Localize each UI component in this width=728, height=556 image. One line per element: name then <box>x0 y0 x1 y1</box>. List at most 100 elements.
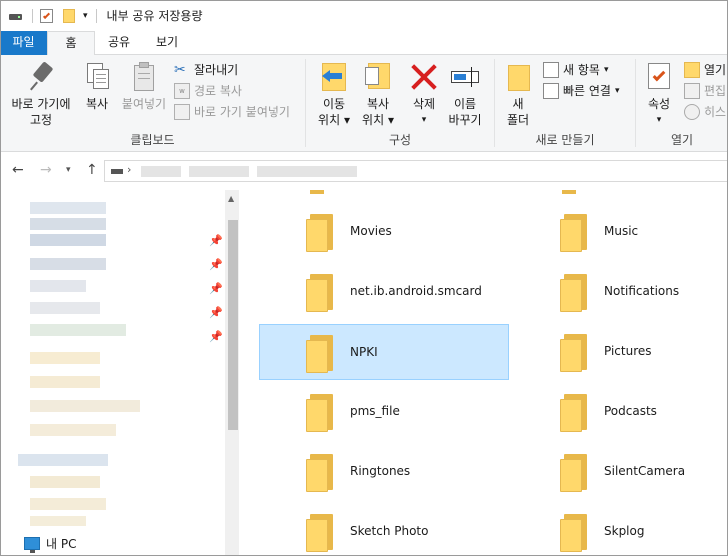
pin-to-quick-access-button[interactable]: 바로 가기에 고정 <box>4 61 78 128</box>
folder-name: net.ib.android.smcard <box>350 284 482 298</box>
new-folder-button[interactable]: 새 폴더 <box>501 61 535 128</box>
new-item-icon <box>543 62 559 78</box>
forward-arrow-icon[interactable]: → <box>40 162 52 178</box>
folder-icon <box>306 454 333 492</box>
folder-icon <box>560 334 587 372</box>
blurred-breadcrumb <box>257 166 357 177</box>
blurred-nav-item[interactable] <box>30 302 100 314</box>
rename-icon <box>449 61 481 93</box>
blurred-nav-item[interactable] <box>30 400 140 412</box>
blurred-nav-item[interactable] <box>30 516 86 526</box>
easy-access-button[interactable]: 빠른 연결 ▾ <box>543 82 620 100</box>
folder-icon <box>560 454 587 492</box>
folder-item[interactable]: net.ib.android.smcard <box>260 264 510 320</box>
nav-this-pc[interactable]: 내 PC <box>24 535 76 553</box>
folder-item[interactable]: pms_file <box>260 384 510 440</box>
folder-item[interactable]: SilentCamera <box>514 444 728 500</box>
history-icon <box>684 104 700 120</box>
pin-label: 바로 가기에 고정 <box>11 97 71 127</box>
copy-label: 복사 <box>85 97 109 111</box>
folder-icon <box>560 394 587 432</box>
blurred-nav-item[interactable] <box>30 218 106 230</box>
blurred-nav-item[interactable] <box>30 258 106 270</box>
blurred-nav-item[interactable] <box>30 476 100 488</box>
title-bar: ▾ 내부 공유 저장용량 <box>0 0 728 31</box>
copy-path-button[interactable]: w 경로 복사 <box>174 82 242 100</box>
folder-icon <box>306 335 333 373</box>
properties-quick-icon[interactable] <box>39 8 55 24</box>
open-button[interactable]: 열기 <box>684 61 726 79</box>
blurred-nav-item[interactable] <box>18 454 108 466</box>
properties-icon <box>643 61 675 93</box>
blurred-nav-item[interactable] <box>30 498 106 510</box>
folder-item[interactable]: Pictures <box>514 324 728 380</box>
delete-dropdown-icon[interactable]: ▾ <box>406 112 442 128</box>
blurred-breadcrumb <box>141 166 181 177</box>
folder-item[interactable]: Ringtones <box>260 444 510 500</box>
paste-shortcut-button[interactable]: 바로 가기 붙여넣기 <box>174 103 290 121</box>
new-item-label: 새 항목 <box>563 63 600 77</box>
tab-file[interactable]: 파일 <box>0 31 47 55</box>
blurred-nav-item[interactable] <box>30 324 126 336</box>
delete-icon <box>408 61 440 93</box>
folder-item-selected[interactable]: NPKI <box>259 324 509 380</box>
folder-name: NPKI <box>350 345 378 359</box>
folder-name: Notifications <box>604 284 680 298</box>
pin-icon: 📌 <box>209 306 223 319</box>
address-bar[interactable]: › <box>104 160 728 182</box>
folder-name: Music <box>604 224 639 238</box>
history-button[interactable]: 히스 <box>684 103 726 121</box>
properties-button[interactable]: 속성 ▾ <box>642 61 676 128</box>
folder-name: pms_file <box>350 404 400 418</box>
folder-icon <box>560 514 587 552</box>
tab-share[interactable]: 공유 <box>95 31 143 55</box>
folder-item[interactable]: Sketch Photo <box>260 504 510 556</box>
delete-button[interactable]: 삭제 ▾ <box>406 61 442 128</box>
scroll-up-icon[interactable]: ▲ <box>228 194 234 203</box>
file-list: Movies Music net.ib.android.smcard Notif… <box>244 190 728 556</box>
edit-button[interactable]: 편집 <box>684 82 726 100</box>
folder-item[interactable]: Podcasts <box>514 384 728 440</box>
blurred-nav-item[interactable] <box>30 234 106 246</box>
pin-icon: 📌 <box>209 330 223 343</box>
tab-view[interactable]: 보기 <box>143 31 191 55</box>
folder-item[interactable]: Movies <box>260 204 510 260</box>
new-group-label: 새로 만들기 <box>535 133 595 147</box>
folder-name: Podcasts <box>604 404 657 418</box>
tab-home[interactable]: 홈 <box>47 31 95 56</box>
rename-label: 이름 바꾸기 <box>448 97 482 127</box>
quick-access-separator <box>32 8 33 23</box>
blurred-nav-item[interactable] <box>30 202 106 214</box>
ribbon: 바로 가기에 고정 복사 붙여넣기 ✂ 잘라내기 w 경로 복사 바로 가기 붙… <box>0 55 728 152</box>
move-to-icon <box>318 61 350 93</box>
up-arrow-icon[interactable]: ↑ <box>86 162 98 178</box>
folder-item[interactable]: Music <box>514 204 728 260</box>
open-group: 속성 ▾ 열기 편집 히스 열기 <box>636 55 728 152</box>
rename-button[interactable]: 이름 바꾸기 <box>444 61 486 128</box>
paste-button[interactable]: 붙여넣기 <box>118 61 170 112</box>
copy-to-button[interactable]: 복사 위치 ▾ <box>356 61 400 128</box>
new-group: 새 폴더 새 항목 ▾ 빠른 연결 ▾ 새로 만들기 <box>495 55 635 152</box>
copy-path-icon: w <box>174 83 190 99</box>
new-folder-quick-icon[interactable] <box>61 8 77 24</box>
blurred-nav-item[interactable] <box>30 280 86 292</box>
recent-locations-icon[interactable]: ▾ <box>66 165 71 175</box>
folder-icon <box>306 214 333 252</box>
blurred-nav-item[interactable] <box>30 376 100 388</box>
blurred-nav-item[interactable] <box>30 352 100 364</box>
folder-name: Sketch Photo <box>350 524 429 538</box>
back-arrow-icon[interactable]: ← <box>12 162 24 178</box>
blurred-nav-item[interactable] <box>30 424 116 436</box>
folder-item[interactable]: Notifications <box>514 264 728 320</box>
customize-quick-access-icon[interactable]: ▾ <box>83 11 88 21</box>
properties-dropdown-icon[interactable]: ▾ <box>642 112 676 128</box>
move-to-button[interactable]: 이동 위치 ▾ <box>312 61 356 128</box>
pin-icon <box>25 61 57 93</box>
cut-button[interactable]: ✂ 잘라내기 <box>174 61 238 79</box>
ribbon-tabs: 파일 홈 공유 보기 <box>0 31 728 56</box>
properties-label: 속성 <box>647 97 671 111</box>
copy-button[interactable]: 복사 <box>80 61 114 112</box>
folder-item[interactable]: Skplog <box>514 504 728 556</box>
new-item-button[interactable]: 새 항목 ▾ <box>543 61 608 79</box>
nav-scrollbar-thumb[interactable] <box>228 220 238 430</box>
